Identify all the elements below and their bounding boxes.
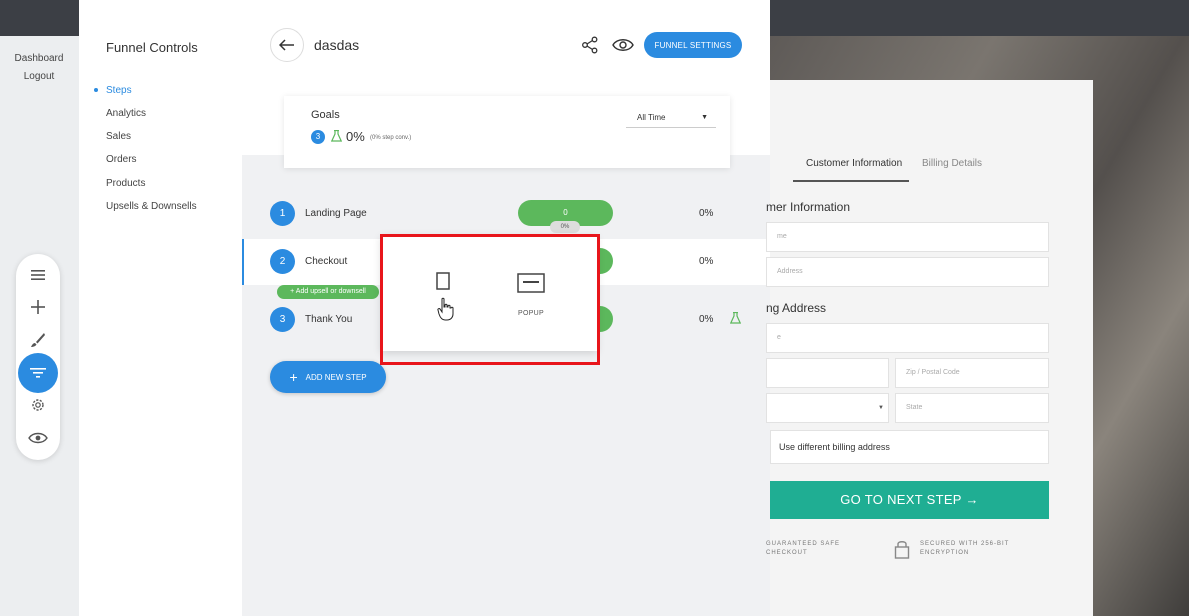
step-percent: 0% — [699, 314, 714, 325]
sidebar-item-products[interactable]: Products — [106, 178, 145, 189]
sidebar-item-upsells[interactable]: Upsells & Downsells — [106, 201, 197, 212]
step-name: Checkout — [305, 256, 348, 267]
step-number: 3 — [270, 307, 295, 332]
funnel-step-landing[interactable]: 1 Landing Page 0 0% 0% — [242, 191, 770, 237]
eye-icon[interactable] — [16, 423, 60, 453]
logout-link[interactable]: Logout — [0, 68, 78, 86]
goals-title: Goals — [311, 109, 340, 121]
sidebar-item-analytics[interactable]: Analytics — [106, 108, 146, 119]
outer-nav: Dashboard Logout — [0, 50, 78, 86]
gear-icon[interactable] — [16, 390, 60, 420]
preview-eye-icon[interactable] — [612, 37, 634, 53]
brush-icon[interactable] — [16, 325, 60, 355]
customer-info-heading: mer Information — [766, 200, 851, 214]
plus-icon[interactable] — [16, 292, 60, 322]
flask-icon — [729, 311, 742, 327]
dashboard-link[interactable]: Dashboard — [0, 50, 78, 68]
arrow-left-icon — [279, 39, 294, 51]
shipping-address-heading: ng Address — [766, 301, 827, 315]
funnel-settings-button[interactable]: FUNNEL SETTINGS — [644, 32, 742, 58]
list-icon[interactable] — [16, 260, 60, 290]
time-filter-select[interactable]: All Time ▼ — [626, 108, 716, 128]
step-percent: 0% — [699, 256, 714, 267]
encryption-line2: ENCRYPTION — [920, 550, 970, 556]
encryption-line1: SECURED WITH 256-BIT — [920, 541, 1010, 547]
active-tab-underline — [793, 180, 909, 182]
tab-customer-information[interactable]: Customer Information — [806, 158, 902, 169]
caret-down-icon: ▼ — [878, 405, 884, 411]
country-select[interactable]: ▼ — [766, 393, 889, 423]
encryption-badge: SECURED WITH 256-BIT ENCRYPTION — [920, 540, 1009, 558]
goals-count-badge: 3 — [311, 130, 325, 144]
funnel-sidebar: Funnel Controls Steps Analytics Sales Or… — [79, 0, 242, 616]
name-field[interactable]: me — [766, 222, 1049, 252]
filter-icon[interactable] — [18, 353, 58, 393]
sidebar-title: Funnel Controls — [106, 40, 198, 55]
address-field[interactable]: Address — [766, 257, 1049, 287]
funnel-title: dasdas — [314, 37, 360, 53]
street-field[interactable]: e — [766, 323, 1049, 353]
step-number: 1 — [270, 201, 295, 226]
different-billing-checkbox[interactable]: Use different billing address — [770, 430, 1049, 464]
editor-toolbar — [16, 254, 60, 460]
zip-field[interactable]: Zip / Postal Code — [895, 358, 1049, 388]
goals-card: Goals 3 0% (0% step conv.) All Time ▼ — [284, 96, 730, 168]
add-step-label: ADD NEW STEP — [305, 372, 367, 382]
sidebar-item-sales[interactable]: Sales — [106, 131, 131, 142]
caret-down-icon: ▼ — [701, 114, 708, 121]
checkout-preview: Customer Information Billing Details mer… — [766, 80, 1093, 616]
step-name: Landing Page — [305, 208, 367, 219]
lock-icon — [894, 541, 910, 559]
goals-percent: 0% — [346, 129, 365, 144]
state-field[interactable]: State — [895, 393, 1049, 423]
active-indicator — [94, 88, 98, 92]
safe-checkout-line1: GUARANTEED SAFE — [766, 541, 841, 547]
step-name: Thank You — [305, 314, 353, 325]
sidebar-item-orders[interactable]: Orders — [106, 154, 137, 165]
step-number: 2 — [270, 249, 295, 274]
city-field[interactable] — [766, 358, 889, 388]
share-icon[interactable] — [581, 36, 599, 54]
tab-billing-details[interactable]: Billing Details — [922, 158, 982, 169]
hand-cursor-icon — [437, 297, 454, 321]
sidebar-item-steps[interactable]: Steps — [106, 85, 132, 96]
time-filter-value: All Time — [637, 113, 666, 122]
safe-checkout-line2: CHECKOUT — [766, 550, 808, 556]
step-percent: 0% — [699, 208, 714, 219]
highlight-annotation — [380, 234, 600, 365]
goals-conversion: (0% step conv.) — [370, 135, 412, 141]
add-new-step-button[interactable]: + ADD NEW STEP — [270, 361, 386, 393]
go-to-next-step-button[interactable]: GO TO NEXT STEP → — [770, 481, 1049, 519]
flask-icon — [330, 129, 343, 145]
plus-icon: + — [289, 369, 298, 385]
step-conversion-pill: 0% — [550, 221, 580, 233]
safe-checkout-badge: GUARANTEED SAFE CHECKOUT — [766, 540, 840, 558]
back-button[interactable] — [270, 28, 304, 62]
